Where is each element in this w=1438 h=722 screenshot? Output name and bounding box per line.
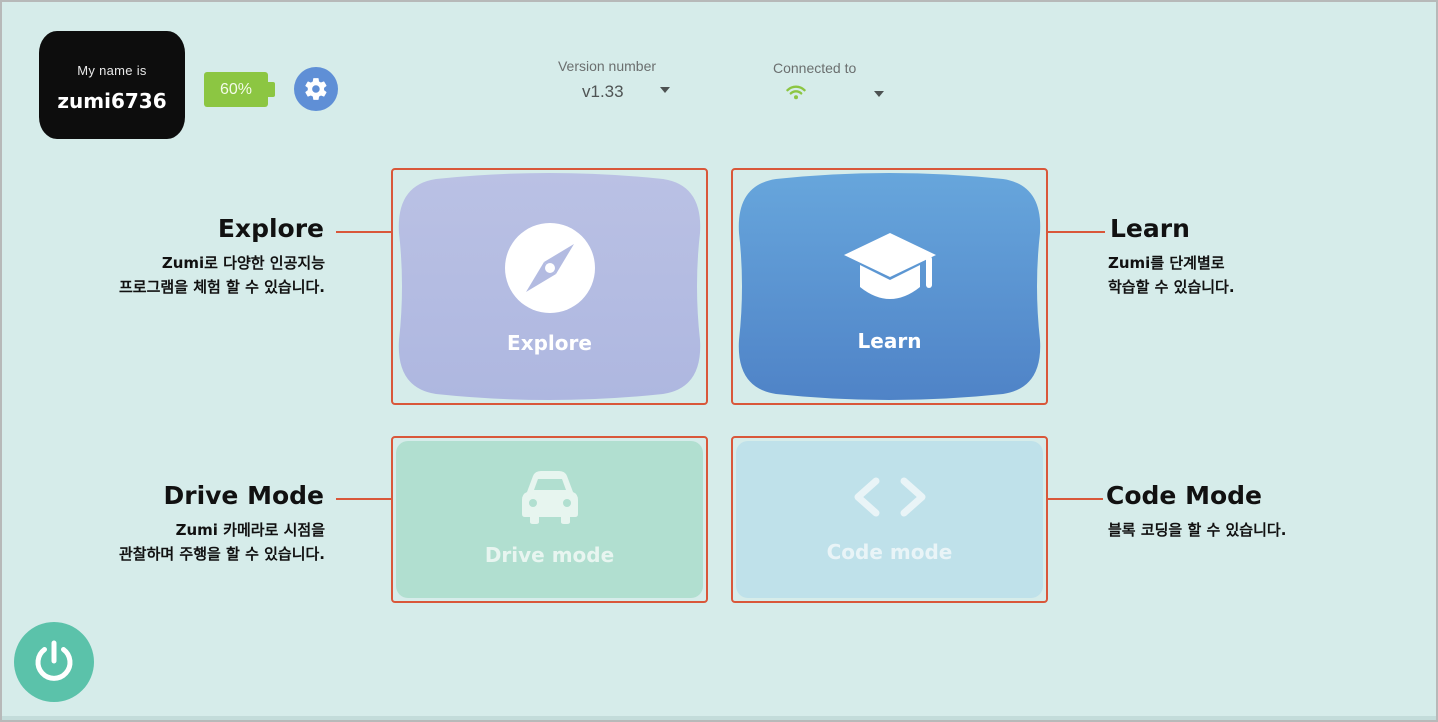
car-icon (522, 471, 578, 524)
learn-annotation-desc: Zumi를 단계별로 학습할 수 있습니다. (1108, 251, 1235, 299)
battery-tip (268, 82, 275, 97)
connection-caption: Connected to (773, 60, 857, 76)
code-annotation-line-1: 블록 코딩을 할 수 있습니다. (1108, 521, 1287, 539)
power-icon (35, 640, 73, 681)
drive-callout-line (336, 498, 392, 500)
drive-card-label: Drive mode (484, 543, 615, 567)
drive-card[interactable]: Drive mode (396, 441, 703, 598)
explore-callout-line (336, 231, 392, 233)
version-caption: Version number (557, 58, 657, 74)
code-brackets-icon (854, 477, 926, 517)
version-selector[interactable]: Version number v1.33 (532, 58, 682, 101)
settings-button[interactable] (294, 67, 338, 111)
drive-annotation-desc: Zumi 카메라로 시점을 관찰하며 주행을 할 수 있습니다. (119, 518, 325, 566)
robot-name: zumi6736 (57, 89, 167, 113)
learn-card-label: Learn (857, 329, 922, 353)
app-window: My name is zumi6736 60% Version number v… (0, 0, 1438, 722)
learn-annotation-line-2: 학습할 수 있습니다. (1108, 278, 1235, 296)
explore-annotation-line-2: 프로그램을 체험 할 수 있습니다. (119, 278, 325, 296)
power-button[interactable] (14, 622, 94, 702)
graduation-cap-icon (844, 233, 936, 299)
drive-annotation-line-1: Zumi 카메라로 시점을 (175, 521, 325, 539)
version-value: v1.33 (582, 82, 624, 101)
code-annotation-title: Code Mode (1106, 481, 1262, 510)
learn-annotation-line-1: Zumi를 단계별로 (1108, 254, 1225, 272)
wifi-icon (786, 85, 806, 100)
code-card-label: Code mode (826, 540, 953, 564)
explore-annotation-line-1: Zumi로 다양한 인공지능 (161, 254, 325, 272)
chevron-down-icon (660, 87, 670, 93)
code-callout-line (1047, 498, 1103, 500)
battery-indicator: 60% (204, 72, 268, 107)
drive-annotation-title: Drive Mode (163, 481, 324, 510)
bottom-border (2, 716, 1436, 720)
learn-callout-line (1047, 231, 1105, 233)
explore-card[interactable]: Explore (396, 173, 703, 400)
robot-name-tag: My name is zumi6736 (39, 31, 185, 139)
explore-annotation-title: Explore (217, 214, 324, 243)
name-caption: My name is (77, 63, 147, 78)
drive-annotation-line-2: 관찰하며 주행을 할 수 있습니다. (119, 545, 325, 563)
chevron-down-icon (874, 91, 884, 97)
explore-card-label: Explore (507, 331, 592, 355)
code-card[interactable]: Code mode (736, 441, 1043, 598)
gear-icon (305, 78, 327, 100)
explore-annotation-desc: Zumi로 다양한 인공지능 프로그램을 체험 할 수 있습니다. (119, 251, 325, 299)
compass-icon (505, 223, 595, 313)
learn-card[interactable]: Learn (736, 173, 1043, 400)
learn-annotation-title: Learn (1110, 214, 1190, 243)
code-annotation-desc: 블록 코딩을 할 수 있습니다. (1108, 518, 1286, 542)
